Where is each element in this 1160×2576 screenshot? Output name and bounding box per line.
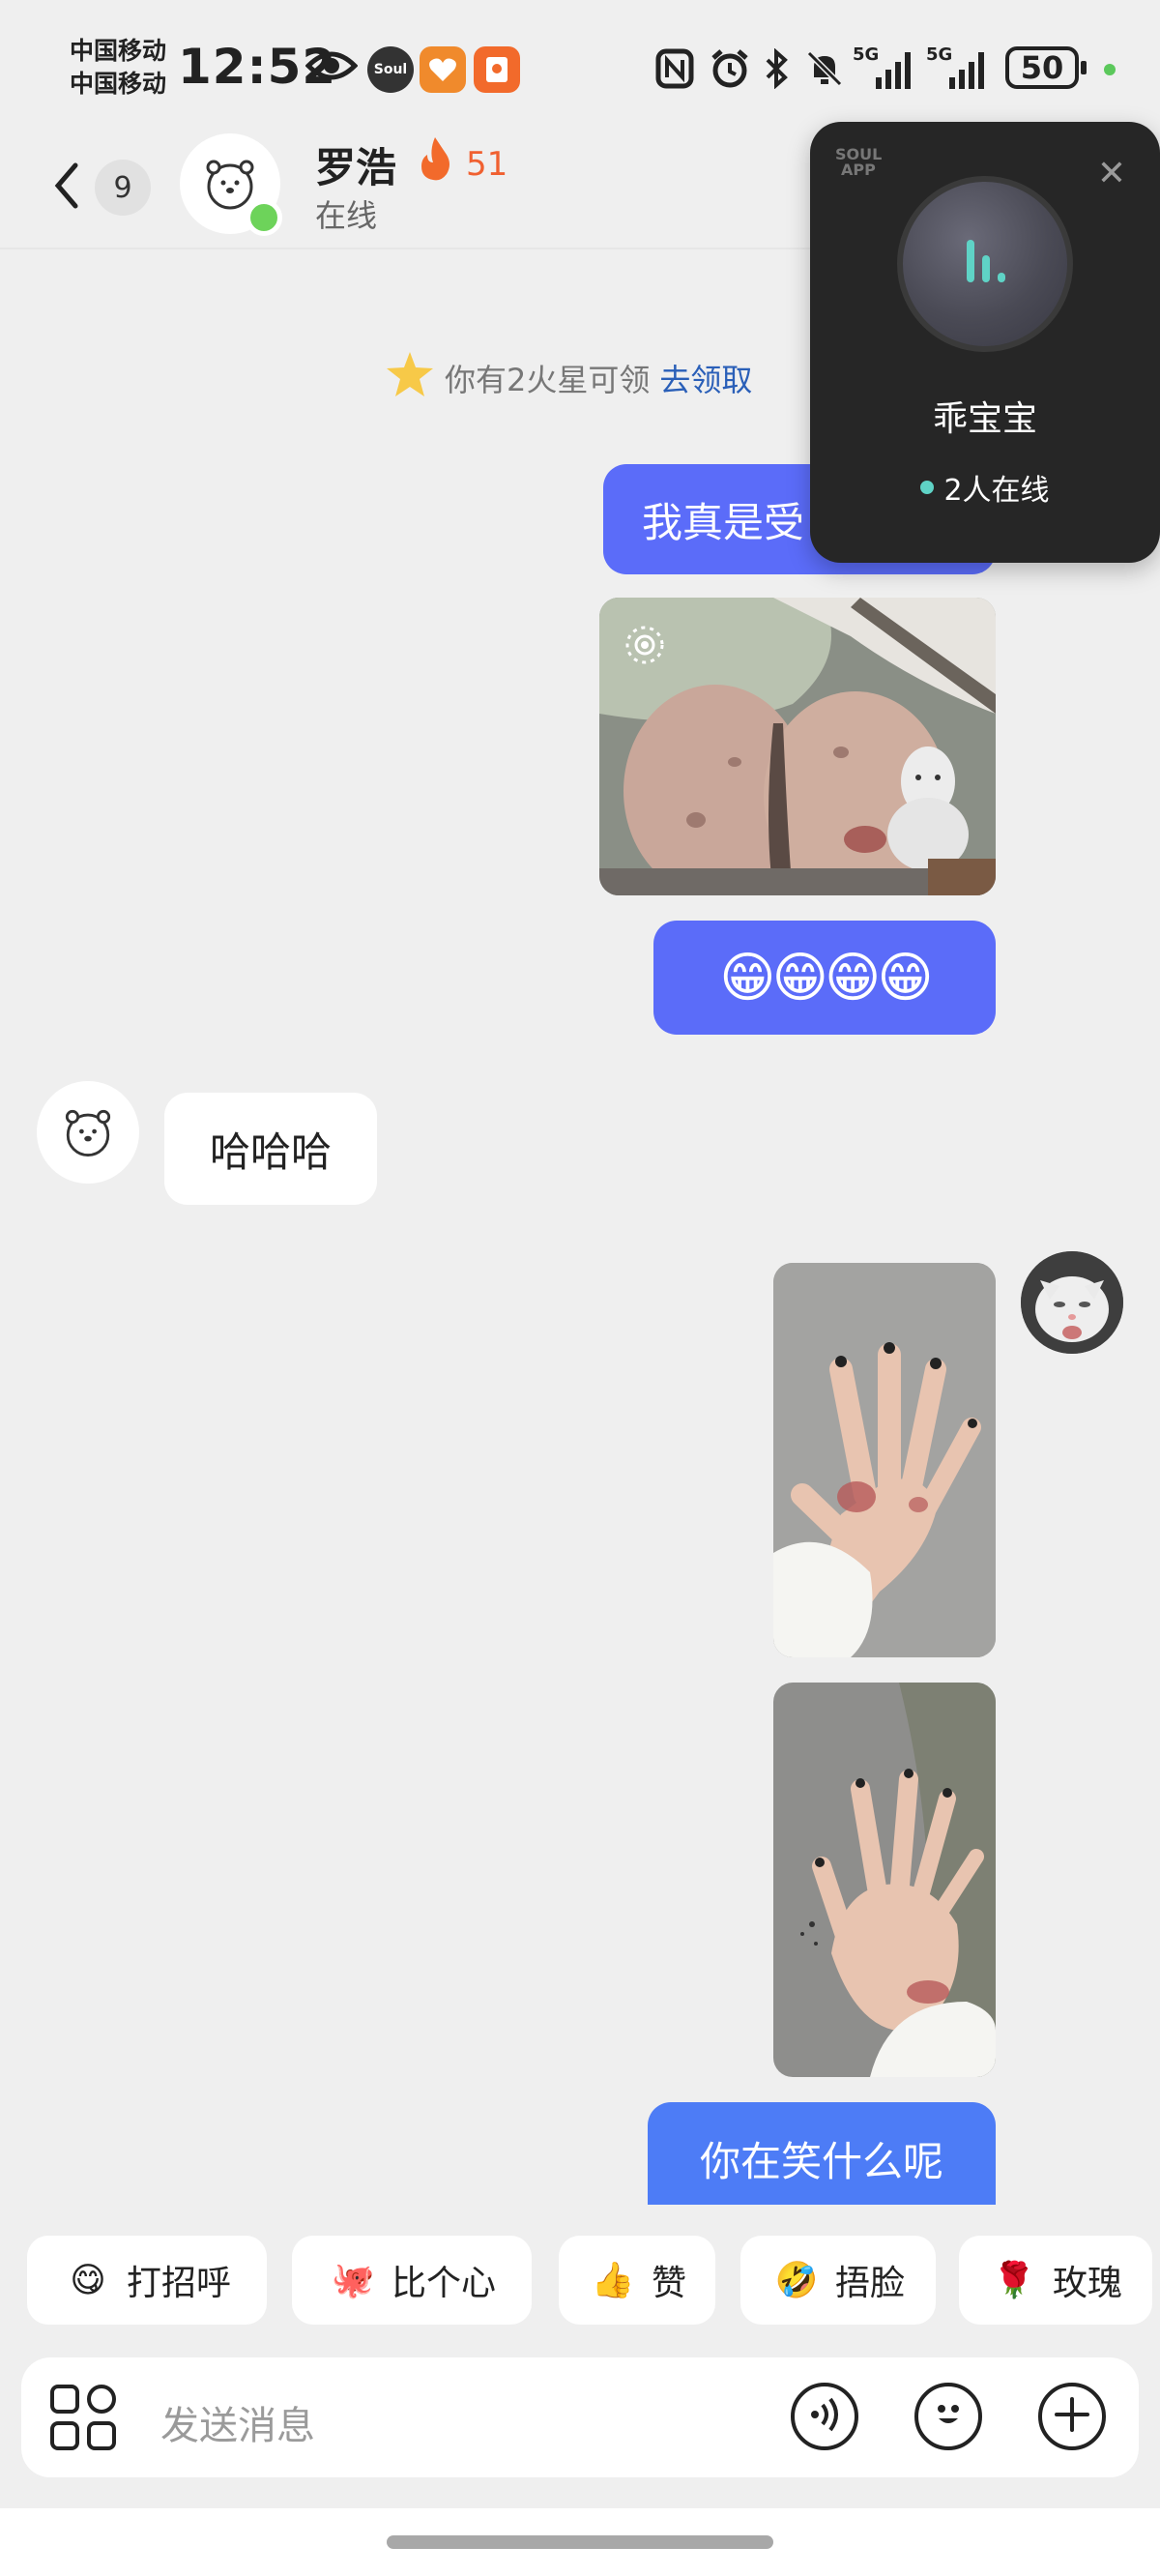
quick-reply-label: 打招呼: [126, 2264, 231, 2303]
room-name: 乖宝宝: [932, 399, 1037, 439]
star-icon: [385, 350, 435, 406]
quick-reply-greet[interactable]: 😋 打招呼: [27, 2236, 267, 2325]
signal-5g-icon-1: 5G: [853, 44, 920, 97]
octopus-icon: 🐙: [331, 2261, 375, 2300]
room-online-count: 2人在线: [810, 466, 1160, 509]
rose-icon: 🌹: [992, 2261, 1036, 2300]
quick-reply-facepalm[interactable]: 🤣 捂脸: [740, 2236, 936, 2325]
add-button[interactable]: [1038, 2383, 1106, 2450]
heart-app-icon: [420, 46, 466, 93]
fire-icon: [414, 135, 456, 188]
online-dot: [920, 481, 935, 494]
online-indicator: [246, 199, 282, 236]
my-avatar[interactable]: [1021, 1251, 1123, 1354]
quick-reply-label: 捂脸: [834, 2264, 905, 2303]
voice-wave-icon: [805, 2395, 844, 2438]
apps-grid-icon[interactable]: [48, 2383, 118, 2456]
message-text: 你在笑什么呢: [699, 2138, 943, 2185]
logo-line-2: APP: [841, 161, 876, 179]
bluetooth-icon: [764, 47, 791, 93]
message-photo-knees[interactable]: [599, 598, 996, 895]
quick-reply-label: 赞: [651, 2264, 686, 2303]
quick-reply-label: 比个心: [391, 2264, 496, 2303]
plus-icon: [1053, 2395, 1091, 2438]
nfc-icon: [655, 48, 694, 93]
message-emojis: 😁😁😁😁: [719, 946, 934, 1010]
smiling-face-icon: 😋: [70, 2260, 106, 2300]
battery-indicator: 50: [1005, 46, 1087, 89]
room-cover[interactable]: [897, 176, 1073, 352]
emoji-button[interactable]: [914, 2383, 982, 2450]
message-bubble-received[interactable]: 哈哈哈: [164, 1093, 377, 1205]
thumbs-up-icon: 👍: [591, 2261, 635, 2300]
close-icon[interactable]: ✕: [1092, 155, 1131, 193]
battery-level: 50: [1020, 49, 1064, 86]
message-photo-hand-2[interactable]: [773, 1683, 996, 2077]
signal-5g-icon-2: 5G: [926, 44, 994, 97]
soul-app-icon: Soul: [367, 46, 414, 93]
eye-icon: [304, 46, 359, 89]
contact-avatar-small[interactable]: [37, 1081, 139, 1184]
red-packet-icon: [474, 46, 520, 93]
soul-logo: SOUL APP: [835, 147, 882, 178]
soul-app-label: Soul: [373, 62, 408, 77]
sound-bars-icon: [951, 228, 1019, 300]
quick-reply-heart[interactable]: 🐙 比个心: [292, 2236, 532, 2325]
chevron-left-icon: [52, 161, 81, 214]
alarm-icon: [710, 48, 750, 93]
home-indicator[interactable]: [387, 2535, 773, 2549]
carrier-2: 中国移动: [70, 70, 167, 98]
message-input[interactable]: 发送消息: [160, 2394, 315, 2450]
contact-name[interactable]: 罗浩: [315, 135, 396, 194]
room-online-text: 2人在线: [943, 474, 1050, 508]
voice-button[interactable]: [791, 2383, 858, 2450]
message-text: 我真是受: [642, 498, 805, 546]
notice-text: 你有2火星可领: [445, 362, 651, 398]
laughing-face-icon: 🤣: [774, 2261, 819, 2300]
quick-reply-like[interactable]: 👍 赞: [559, 2236, 715, 2325]
view-once-icon: [621, 621, 669, 673]
unread-count: 9: [95, 160, 151, 216]
message-photo-hand-1[interactable]: [773, 1263, 996, 1657]
network-label-2: 5G: [926, 44, 953, 65]
mute-bell-icon: [804, 48, 845, 93]
fire-notice: 你有2火星可领 去领取: [385, 350, 752, 406]
carrier-label: 中国移动 中国移动: [70, 35, 166, 101]
network-label-1: 5G: [853, 44, 880, 65]
message-bubble-sent[interactable]: 你在笑什么呢: [648, 2102, 996, 2205]
message-text: 哈哈哈: [209, 1127, 332, 1176]
message-bubble-sent[interactable]: 😁😁😁😁: [653, 921, 996, 1035]
status-dot: [1104, 64, 1116, 75]
smiley-icon: [929, 2395, 968, 2438]
quick-reply-label: 玫瑰: [1052, 2264, 1122, 2303]
carrier-1: 中国移动: [70, 37, 167, 65]
claim-link[interactable]: 去领取: [659, 356, 752, 400]
quick-reply-rose[interactable]: 🌹 玫瑰: [959, 2236, 1152, 2325]
fire-count: 51: [466, 145, 508, 184]
online-status-text: 在线: [315, 197, 378, 234]
